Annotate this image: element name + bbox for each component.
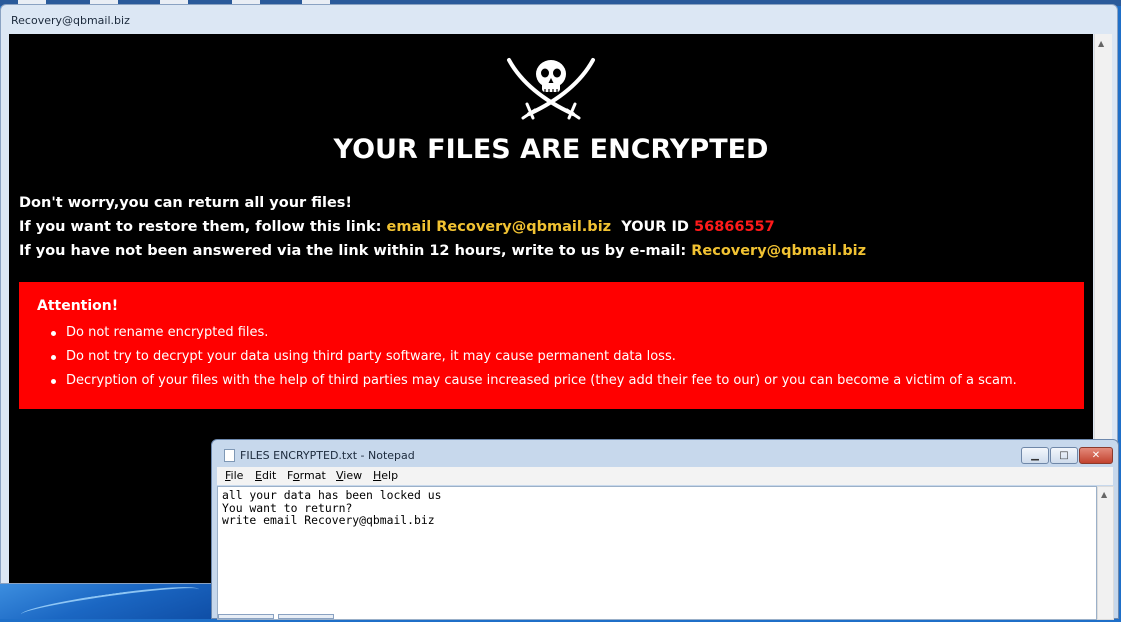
scroll-up-icon[interactable]: ▲ xyxy=(1098,39,1104,48)
menu-help[interactable]: Help xyxy=(373,469,398,482)
notepad-text-area[interactable]: all your data has been locked us You wan… xyxy=(217,486,1097,620)
note-line-1: Don't worry,you can return all your file… xyxy=(19,195,353,211)
minimize-icon: ▁ xyxy=(1031,450,1039,461)
id-label: YOUR ID xyxy=(621,219,689,235)
menu-bar: File Edit Format View Help xyxy=(217,467,1113,485)
menu-file[interactable]: File xyxy=(225,469,243,482)
note-line-3-prefix: If you have not been answered via the li… xyxy=(19,243,687,259)
victim-id: 56866557 xyxy=(694,219,775,235)
list-item: Do not rename encrypted files. xyxy=(47,322,1017,346)
skull-crossed-swords-icon xyxy=(507,58,595,120)
window-title: FILES ENCRYPTED.txt - Notepad xyxy=(240,449,415,462)
notepad-window: FILES ENCRYPTED.txt - Notepad ▁ □ ✕ File… xyxy=(211,439,1119,620)
close-icon: ✕ xyxy=(1091,450,1101,461)
maximize-icon: □ xyxy=(1059,450,1069,461)
list-item: Do not try to decrypt your data using th… xyxy=(47,346,1017,370)
restore-link[interactable]: email Recovery@qbmail.biz xyxy=(387,219,612,235)
contact-email[interactable]: Recovery@qbmail.biz xyxy=(691,243,866,259)
close-button[interactable]: ✕ xyxy=(1079,447,1113,464)
taskbar-button[interactable] xyxy=(278,614,334,619)
headline: YOUR FILES ARE ENCRYPTED xyxy=(333,134,769,165)
taskbar-button[interactable] xyxy=(218,614,274,619)
notepad-icon xyxy=(224,449,235,462)
minimize-button[interactable]: ▁ xyxy=(1021,447,1049,464)
attention-list: Do not rename encrypted files. Do not tr… xyxy=(47,322,1017,394)
desktop-wallpaper xyxy=(0,581,212,622)
scroll-up-icon[interactable]: ▲ xyxy=(1101,490,1107,499)
menu-format[interactable]: Format xyxy=(287,469,326,482)
maximize-button[interactable]: □ xyxy=(1050,447,1078,464)
note-line-2-prefix: If you want to restore them, follow this… xyxy=(19,219,382,235)
note-line-3: If you have not been answered via the li… xyxy=(19,243,866,259)
menu-edit[interactable]: Edit xyxy=(255,469,276,482)
menu-view[interactable]: View xyxy=(336,469,362,482)
window-title: Recovery@qbmail.biz xyxy=(11,14,130,27)
wallpaper-swoosh xyxy=(19,581,201,622)
list-item: Decryption of your files with the help o… xyxy=(47,370,1017,394)
attention-title: Attention! xyxy=(37,298,119,314)
note-line-2: If you want to restore them, follow this… xyxy=(19,219,775,235)
attention-box: Attention! Do not rename encrypted files… xyxy=(19,282,1084,409)
vertical-scrollbar[interactable]: ▲ xyxy=(1097,486,1114,620)
